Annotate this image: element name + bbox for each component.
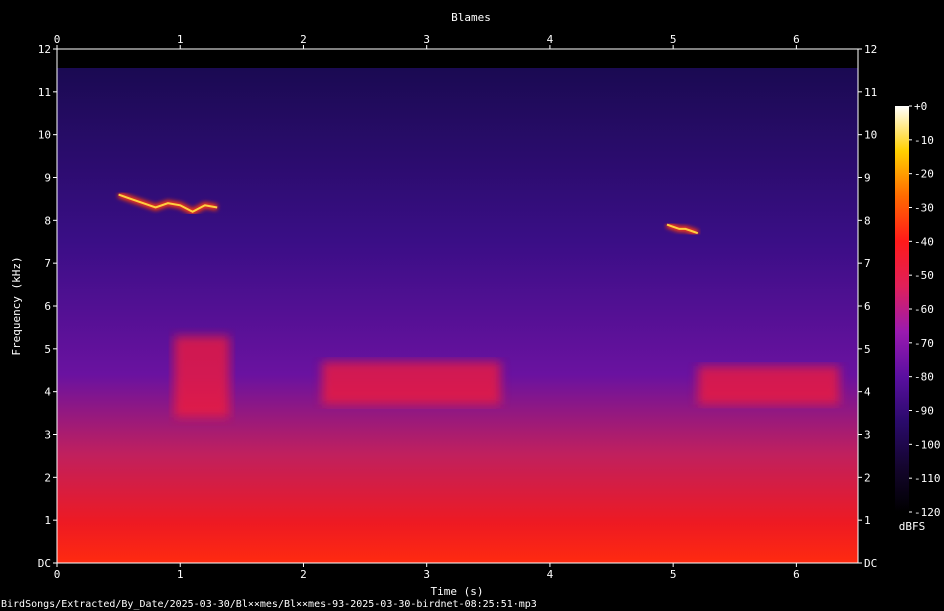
x-tick-label: 3 xyxy=(423,568,430,581)
colorbar-tick-label: -80 xyxy=(914,371,934,384)
y-tick-label: 6 xyxy=(44,300,51,313)
plot-area xyxy=(56,48,859,564)
x-tick-label: 3 xyxy=(423,33,430,46)
tonal-band xyxy=(321,361,501,405)
colorbar-tick-label: -70 xyxy=(914,337,934,350)
x-tick-label: 0 xyxy=(54,568,61,581)
y-tick-label: 3 xyxy=(44,429,51,442)
x-tick-label: 5 xyxy=(670,33,677,46)
y-tick-label: 4 xyxy=(44,386,51,399)
y-tick-label: 8 xyxy=(44,214,51,227)
y-tick-label: 2 xyxy=(864,471,871,484)
colorbar-tick-label: -50 xyxy=(914,269,934,282)
colorbar-tick-label: -120 xyxy=(914,506,941,519)
x-tick-label: 6 xyxy=(793,568,800,581)
colorbar-tick-label: -60 xyxy=(914,303,934,316)
x-tick-label: 5 xyxy=(670,568,677,581)
colorbar-tick-label: -100 xyxy=(914,438,941,451)
y-tick-label: 8 xyxy=(864,214,871,227)
y-tick-label: 6 xyxy=(864,300,871,313)
y-tick-label: 7 xyxy=(44,257,51,270)
y-tick-label: 4 xyxy=(864,386,871,399)
colorbar-tick-label: -10 xyxy=(914,134,934,147)
file-path: BirdSongs/Extracted/By_Date/2025-03-30/B… xyxy=(1,599,537,610)
y-tick-label: 5 xyxy=(44,343,51,356)
colorbar-tick-label: -20 xyxy=(914,168,934,181)
y-tick-label: 1 xyxy=(44,514,51,527)
colorbar-ticks: +0 -10 -20 -30 -40 -50 -60 -70 -80 -90 -100 -110 -12… xyxy=(909,100,941,519)
spectrogram-figure: Blames 0123456 0123456 DC123456789101112… xyxy=(10,11,941,598)
y-tick-label: 2 xyxy=(44,471,51,484)
x-tick-label: 4 xyxy=(547,568,554,581)
x-tick-label: 2 xyxy=(300,33,307,46)
x-ticks-top: 0 1 2 3 4 5 6 xyxy=(54,33,800,49)
colorbar-tick-label: -90 xyxy=(914,405,934,418)
colorbar-tick-label: -30 xyxy=(914,202,934,215)
y-tick-label: 5 xyxy=(864,343,871,356)
y-tick-label: 11 xyxy=(864,86,877,99)
y-tick-label: 12 xyxy=(38,43,51,56)
y-tick-label: 9 xyxy=(864,172,871,185)
y-tick-label: 10 xyxy=(864,129,877,142)
x-ticks-bottom: 0 1 2 3 4 5 6 xyxy=(54,563,800,581)
y-tick-label: 7 xyxy=(864,257,871,270)
y-tick-label: 10 xyxy=(38,129,51,142)
x-tick-label: 1 xyxy=(177,568,184,581)
tonal-band xyxy=(697,365,840,405)
spectrogram-background xyxy=(57,68,858,563)
x-tick-label: 4 xyxy=(547,33,554,46)
y-tick-label: 11 xyxy=(38,86,51,99)
y-ticks-right: DC123456789101112 xyxy=(858,43,877,570)
x-tick-label: 0 xyxy=(54,33,61,46)
y-tick-label: 12 xyxy=(864,43,877,56)
colorbar-tick-label: +0 xyxy=(914,100,927,113)
colorbar: +0 -10 -20 -30 -40 -50 -60 -70 -80 -90 -100 -110 -12… xyxy=(895,100,941,533)
y-tick-label: 1 xyxy=(864,514,871,527)
y-tick-label: DC xyxy=(38,557,51,570)
y-axis-label: Frequency (kHz) xyxy=(10,256,23,355)
y-tick-label: 3 xyxy=(864,429,871,442)
x-axis-label: Time (s) xyxy=(431,585,484,598)
x-tick-label: 2 xyxy=(300,568,307,581)
colorbar-tick-label: -40 xyxy=(914,235,934,248)
colorbar-label: dBFS xyxy=(899,520,926,533)
chart-title: Blames xyxy=(451,11,491,24)
colorbar-ramp xyxy=(895,106,909,512)
tonal-band xyxy=(174,335,230,418)
y-tick-label: DC xyxy=(864,557,877,570)
x-tick-label: 1 xyxy=(177,33,184,46)
x-tick-label: 6 xyxy=(793,33,800,46)
y-tick-label: 9 xyxy=(44,172,51,185)
y-ticks-left: DC123456789101112 xyxy=(38,43,57,570)
colorbar-tick-label: -110 xyxy=(914,472,941,485)
